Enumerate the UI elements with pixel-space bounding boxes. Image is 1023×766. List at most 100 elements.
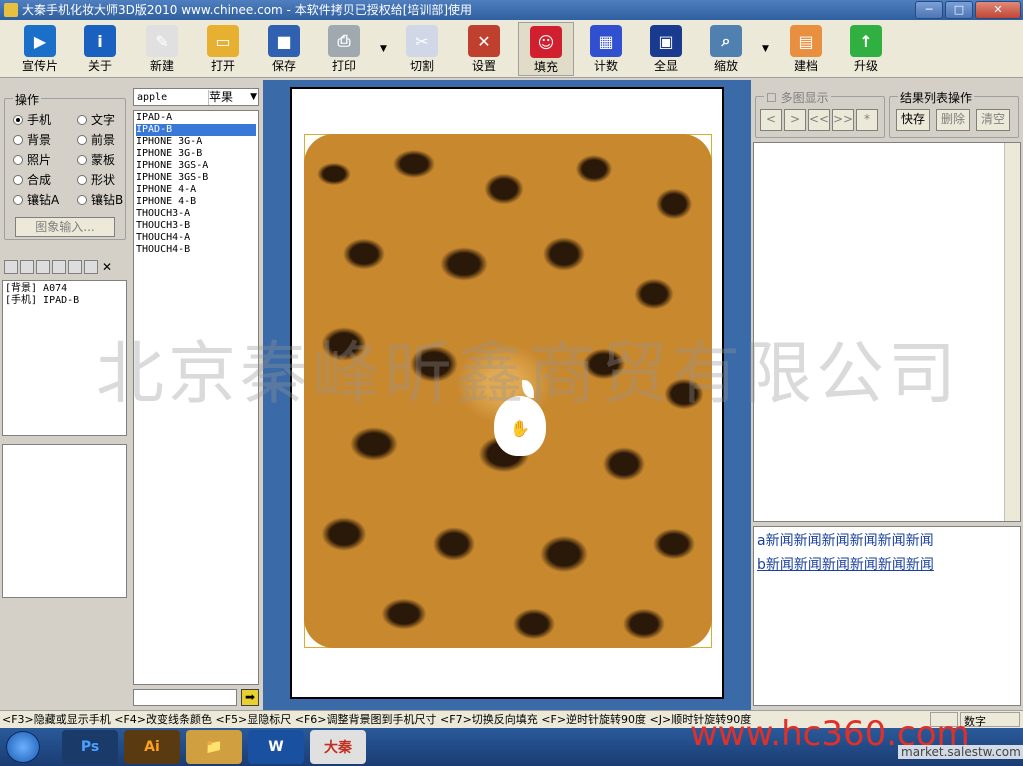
toolbar-label: 计数 [593,59,618,73]
news-item-a[interactable]: a新闻新闻新闻新闻新闻新闻 [757,529,1017,553]
model-list-item[interactable]: IPAD-B [136,124,256,136]
radio-circle[interactable] [13,154,23,165]
toolbar-button-5[interactable]: ■ 保存 [256,22,312,76]
minimize-button[interactable]: ─ [915,1,943,19]
toolbar: ▶ 宣传片 i 关于 ✎ 新建 ▭ 打开 ■ 保存 ⎙ 打印 ✂ 切割 ✕ 设置 ☺ 填充 ▦ 计数 ▣ 全显 ⌕ 缩放 ▤ 建档… [0,20,1023,78]
news-item-b[interactable]: b新闻新闻新闻新闻新闻新闻 [757,553,1017,577]
brand-select-value: 苹果 [209,90,234,104]
taskbar-app-1[interactable]: Ps [62,730,118,764]
toolbar-button-11[interactable]: ▣ 全显 [638,22,694,76]
toolbar-button-2[interactable]: i 关于 [72,22,128,76]
layer-item[interactable]: [手机] IPAD-B [5,295,124,307]
model-list-item[interactable]: IPHONE 4-A [136,184,256,196]
toolbar-button-9[interactable]: ☺ 填充 [518,22,574,76]
radio-option[interactable]: 手机 [13,111,51,128]
toolbar-button-3[interactable]: ✎ 新建 [134,22,190,76]
radio-circle[interactable] [77,174,87,185]
radio-label: 照片 [27,153,52,167]
model-list-item[interactable]: IPHONE 3GS-B [136,172,256,184]
toolbar-button-13[interactable]: ▤ 建档 [778,22,834,76]
radio-option[interactable]: 照片 [13,151,51,168]
toolbar-label: 填充 [533,60,558,74]
radio-option[interactable]: 形状 [77,171,115,188]
brand-select[interactable]: 苹果 ▼ [208,90,258,105]
model-list-item[interactable]: THOUCH3-A [136,208,256,220]
model-list-item[interactable]: IPAD-A [136,112,256,124]
model-list-item[interactable]: IPHONE 4-B [136,196,256,208]
radio-circle[interactable] [77,154,87,165]
nav-button-5[interactable]: * [856,109,878,131]
radio-label: 蒙板 [91,153,116,167]
model-list[interactable]: IPAD-A IPAD-B IPHONE 3G-A IPHONE 3G-B IPHONE… [133,110,259,685]
toolbar-button-10[interactable]: ▦ 计数 [578,22,634,76]
phone-canvas[interactable]: ✋ [290,87,724,699]
taskbar-app-5[interactable]: 大秦 [310,730,366,764]
scrollbar[interactable] [1004,143,1020,521]
radio-option[interactable]: 合成 [13,171,51,188]
radio-option[interactable]: 背景 [13,131,51,148]
layer-item[interactable]: [背景] A074 [5,283,124,295]
toolbar-button-6[interactable]: ⎙ 打印 [316,22,372,76]
nav-button-2[interactable]: > [784,109,806,131]
nav-button-3[interactable]: << [808,109,830,131]
radio-option[interactable]: 前景 [77,131,115,148]
model-filter-input[interactable] [133,689,237,706]
leopard-skin-image[interactable]: ✋ [304,134,712,648]
right-panel: ☐ 多图显示 < > << >> * 结果列表操作 快存 删除 清空 a新闻新闻新闻新闻… [751,80,1023,710]
model-list-item[interactable]: THOUCH3-B [136,220,256,232]
maximize-button[interactable]: □ [945,1,973,19]
model-list-item[interactable]: IPHONE 3G-A [136,136,256,148]
toolbar-button-7[interactable]: ✂ 切割 [394,22,450,76]
result-list-group: 结果列表操作 快存 删除 清空 [889,89,1019,138]
go-arrow-button[interactable]: ➡ [241,689,259,706]
taskbar-app-4[interactable]: W [248,730,304,764]
quick-save-button[interactable]: 快存 [896,109,930,131]
toolbar-button-12[interactable]: ⌕ 缩放 [698,22,754,76]
canvas-area[interactable]: ✋ [263,80,751,710]
model-list-item[interactable]: THOUCH4-B [136,244,256,256]
zoom-icon: ⌕ [710,25,742,57]
toolbar-button-14[interactable]: ↑ 升级 [838,22,894,76]
radio-option[interactable]: 文字 [77,111,115,128]
toolbar-button-1[interactable]: ▶ 宣传片 [12,22,68,76]
layer-top-icon[interactable] [4,260,18,274]
clear-button[interactable]: 清空 [976,109,1010,131]
radio-circle[interactable] [77,194,87,205]
toolbar-button-8[interactable]: ✕ 设置 [456,22,512,76]
print-dropdown-icon[interactable]: ▼ [380,44,390,54]
layer-back-icon[interactable] [68,260,82,274]
layer-bottom-icon[interactable] [52,260,66,274]
radio-circle[interactable] [13,174,23,185]
start-button[interactable] [6,731,40,763]
close-button[interactable]: ✕ [975,1,1021,19]
model-list-item[interactable]: IPHONE 3GS-A [136,160,256,172]
zoom-dropdown-icon[interactable]: ▼ [762,44,772,54]
nav-button-1[interactable]: < [760,109,782,131]
toolbar-button-4[interactable]: ▭ 打开 [195,22,251,76]
radio-circle[interactable] [13,114,23,125]
title-bar: 大秦手机化妆大师3D版2010 www.chinee.com - 本软件拷贝已授… [0,0,1023,20]
layer-up-icon[interactable] [20,260,34,274]
radio-circle[interactable] [13,194,23,205]
taskbar-app-2[interactable]: Ai [124,730,180,764]
model-list-item[interactable]: IPHONE 3G-B [136,148,256,160]
result-list[interactable] [753,142,1021,522]
nav-button-4[interactable]: >> [832,109,854,131]
radio-option[interactable]: 蒙板 [77,151,115,168]
radio-label: 合成 [27,173,52,187]
delete-button[interactable]: 删除 [936,109,970,131]
radio-option[interactable]: 镶钻B [77,191,123,208]
layer-down-icon[interactable] [36,260,50,274]
radio-option[interactable]: 镶钻A [13,191,59,208]
pin-icon[interactable] [84,260,98,274]
image-input-button[interactable]: 图象输入... [15,217,115,237]
close-icon[interactable]: ✕ [100,260,114,274]
radio-circle[interactable] [13,134,23,145]
model-list-item[interactable]: THOUCH4-A [136,232,256,244]
radio-circle[interactable] [77,134,87,145]
taskbar-app-3[interactable]: 📁 [186,730,242,764]
toolbar-label: 保存 [271,59,296,73]
layer-list[interactable]: [背景] A074 [手机] IPAD-B [2,280,127,436]
chevron-down-icon[interactable]: ▼ [250,90,257,104]
radio-circle[interactable] [77,114,87,125]
